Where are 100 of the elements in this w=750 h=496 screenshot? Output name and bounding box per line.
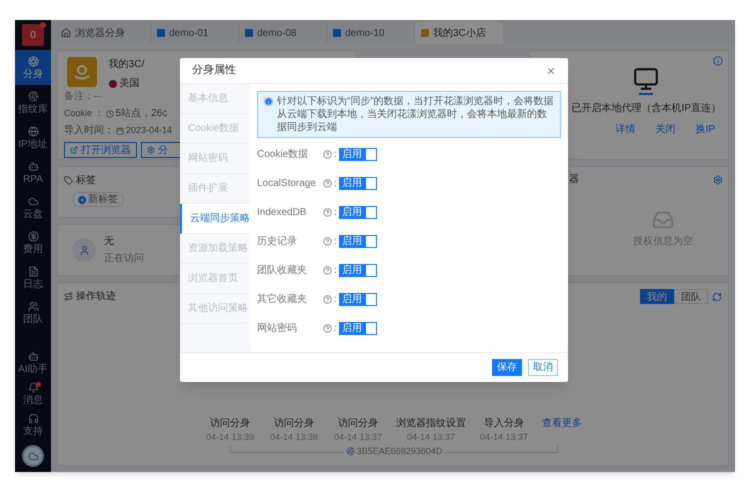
- help-icon: [323, 179, 332, 188]
- flag-icon: [108, 80, 117, 88]
- nav-icon: [28, 266, 38, 276]
- clock-icon: [106, 110, 114, 118]
- sidebar-item[interactable]: 团队: [15, 295, 51, 330]
- setting-label: Cookie数据: [257, 148, 310, 162]
- setting-label: LocalStorage: [257, 177, 317, 191]
- info-icon: [264, 97, 273, 106]
- toggle-switch[interactable]: 启用: [338, 177, 377, 190]
- dialog-button[interactable]: 保存: [492, 359, 522, 376]
- event-action: 访问分身: [210, 416, 250, 431]
- nav-item[interactable]: 其他访问策略: [180, 294, 250, 324]
- sidebar-item[interactable]: 分身: [15, 50, 51, 85]
- trail-icon: [64, 292, 73, 301]
- user-avatar-icon: [72, 238, 96, 262]
- colon-text: :: [334, 264, 337, 278]
- nav-icon: [28, 196, 38, 206]
- colon-text: :: [334, 148, 337, 162]
- profile-square-icon: [245, 29, 253, 37]
- event-time: 04-14 13:38: [270, 431, 318, 444]
- empty-text: 授权信息为空: [633, 234, 693, 248]
- help-icon: [323, 295, 332, 304]
- app-logo[interactable]: 0: [22, 24, 44, 46]
- proxy-link[interactable]: 换IP: [696, 122, 715, 137]
- profile-id: 3B5EAE669293604D: [356, 444, 442, 458]
- browser-tab[interactable]: demo-08: [239, 22, 327, 44]
- sidebar-item[interactable]: AI助手: [15, 347, 51, 378]
- new-tag-button[interactable]: 新标签: [72, 192, 124, 207]
- colon-text: :: [334, 235, 337, 249]
- nav-item[interactable]: 浏览器首页: [180, 264, 250, 294]
- colon-text: :: [334, 293, 337, 307]
- nav-item[interactable]: 网站密码: [180, 144, 250, 174]
- setting-label: 团队收藏夹: [257, 264, 308, 278]
- sidebar-item[interactable]: 日志: [15, 260, 51, 295]
- more-link[interactable]: 查看更多: [542, 416, 582, 431]
- help-icon: [323, 150, 332, 159]
- toggle-switch[interactable]: 启用: [338, 264, 377, 277]
- gear-icon: [147, 146, 155, 154]
- proxy-link[interactable]: 关闭: [656, 122, 676, 137]
- nav-icon: [28, 350, 38, 362]
- country-text: 美国: [120, 76, 140, 91]
- event-action: 访问分身: [274, 416, 314, 431]
- sidebar-item[interactable]: 消息: [15, 378, 51, 409]
- tag-icon: [64, 176, 73, 185]
- profile-name: 我的3C/: [108, 58, 144, 72]
- close-icon[interactable]: [546, 66, 556, 76]
- import-time-label: 导入时间：: [64, 124, 114, 138]
- nav-item[interactable]: 云端同步策略: [180, 204, 250, 234]
- nav-icon: [28, 230, 38, 242]
- help-icon: [323, 324, 332, 333]
- profile-square-icon: [333, 29, 341, 37]
- avatar-icon[interactable]: [22, 445, 44, 467]
- nav-item[interactable]: 基本信息: [180, 84, 250, 114]
- nav-icon: [28, 300, 38, 312]
- sidebar-item[interactable]: IP地址: [15, 120, 51, 155]
- sidebar-item[interactable]: 费用: [15, 225, 51, 260]
- browser-tab[interactable]: demo-01: [151, 22, 239, 44]
- event-time: 04-14 13:37: [406, 431, 456, 444]
- note-text: 备注：--: [64, 90, 101, 104]
- dialog-button[interactable]: 取消: [528, 359, 558, 376]
- toggle-switch[interactable]: 启用: [338, 293, 377, 306]
- help-icon: [323, 208, 332, 217]
- event-action: 浏览器指纹设置: [396, 416, 466, 431]
- import-time-value: 2023-04-14: [126, 124, 172, 137]
- calendar-icon: [116, 126, 124, 134]
- profile-square-icon: [157, 29, 165, 37]
- help-icon: [323, 237, 332, 246]
- toggle-switch[interactable]: 启用: [338, 206, 377, 219]
- card-button[interactable]: 打开浏览器: [64, 142, 137, 158]
- notice-text: 针对以下标识为“同步”的数据，当打开花漾浏览器时，会将数据从云端下载到本地，当关闭花漾浏览器时，会将本地最新的数据同步到云端: [277, 95, 554, 134]
- refresh-icon: [712, 292, 722, 302]
- scope-toggle[interactable]: 我的: [640, 289, 674, 304]
- browser-tab[interactable]: 我的3C小店: [415, 22, 503, 44]
- proxy-link[interactable]: 详情: [616, 122, 636, 137]
- proxy-status: 已开启本地代理（含本机IP直连）: [572, 102, 721, 116]
- setting-label: 其它收藏夹: [257, 292, 308, 307]
- toggle-switch[interactable]: 启用: [338, 235, 377, 248]
- event-time: 04-14 13:39: [206, 431, 254, 444]
- help-icon: [323, 266, 332, 275]
- sidebar-item[interactable]: RPA: [15, 155, 51, 190]
- toggle-switch[interactable]: 启用: [338, 322, 377, 335]
- store-logo-icon: [67, 57, 98, 87]
- visitor-name: 无: [104, 235, 115, 249]
- sidebar-item[interactable]: 指纹库: [15, 85, 51, 120]
- card-title: 标签: [76, 174, 96, 188]
- nav-icon: [28, 56, 38, 66]
- colon-text: :: [334, 206, 337, 220]
- scope-toggle[interactable]: 团队: [674, 289, 708, 304]
- sidebar-item[interactable]: 支持: [15, 409, 51, 440]
- colon-text: :: [334, 322, 337, 336]
- nav-item[interactable]: 资源加载策略: [180, 234, 250, 264]
- nav-item[interactable]: Cookie数据: [180, 114, 250, 144]
- sidebar-item[interactable]: 云盘: [15, 190, 51, 225]
- nav-icon: [28, 90, 38, 102]
- browser-tab[interactable]: 浏览器分身: [55, 22, 151, 44]
- fingerprint-icon: [346, 446, 355, 456]
- profile-square-icon: [421, 29, 429, 37]
- setting-label: IndexedDB: [257, 206, 308, 220]
- info-icon: [713, 56, 723, 66]
- toggle-switch[interactable]: 启用: [338, 148, 377, 161]
